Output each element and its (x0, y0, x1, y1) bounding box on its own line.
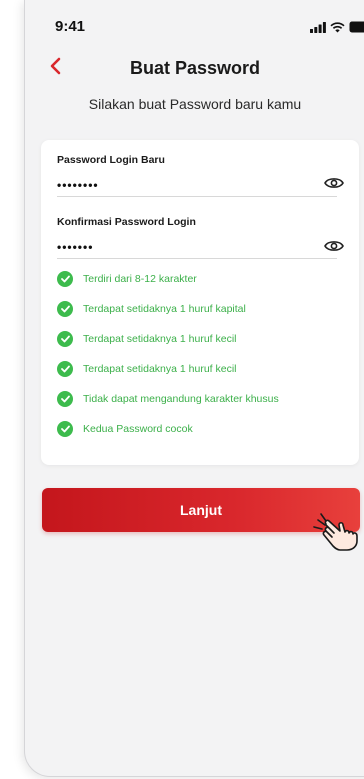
rule-item: Terdapat setidaknya 1 huruf kapital (57, 300, 246, 318)
check-circle-icon (57, 301, 73, 317)
rule-text: Terdapat setidaknya 1 huruf kecil (83, 333, 237, 345)
eye-icon (324, 239, 344, 258)
password-label: Password Login Baru (57, 154, 165, 166)
password-card: Password Login Baru Konfirmasi Password … (41, 140, 359, 465)
page-title: Buat Password (129, 58, 261, 78)
confirm-password-input[interactable] (57, 236, 337, 259)
eye-icon (324, 176, 344, 195)
page: USE O 9:41 (0, 0, 364, 779)
check-circle-icon (57, 271, 73, 287)
rule-text: Tidak dapat mengandung karakter khusus (83, 393, 279, 405)
status-time: 9:41 (55, 18, 86, 35)
confirm-password-label: Konfirmasi Password Login (57, 216, 196, 228)
password-input[interactable] (57, 174, 337, 197)
password-visibility-toggle[interactable] (323, 176, 345, 194)
status-icons (310, 20, 364, 38)
rule-item: Terdapat setidaknya 1 huruf kecil (57, 360, 237, 378)
rule-text: Terdapat setidaknya 1 huruf kecil (83, 363, 237, 375)
wifi-icon (330, 20, 345, 38)
rule-item: Terdapat setidaknya 1 huruf kecil (57, 330, 237, 348)
check-circle-icon (57, 421, 73, 437)
check-circle-icon (57, 391, 73, 407)
battery-icon (349, 20, 364, 38)
check-circle-icon (57, 331, 73, 347)
rule-item: Terdiri dari 8-12 karakter (57, 270, 197, 288)
rule-item: Kedua Password cocok (57, 420, 193, 438)
header: Buat Password (25, 54, 364, 84)
phone-screen: USE O 9:41 (24, 0, 364, 777)
rule-text: Terdapat setidaknya 1 huruf kapital (83, 303, 246, 315)
page-subtitle: Silakan buat Password baru kamu (88, 96, 302, 112)
cellular-signal-icon (310, 20, 326, 38)
confirm-visibility-toggle[interactable] (323, 239, 345, 257)
rule-item: Tidak dapat mengandung karakter khusus (57, 390, 279, 408)
check-circle-icon (57, 361, 73, 377)
status-bar: 9:41 (25, 0, 364, 40)
rule-text: Kedua Password cocok (83, 423, 193, 435)
rule-text: Terdiri dari 8-12 karakter (83, 273, 197, 285)
tap-hand-icon (312, 510, 360, 552)
